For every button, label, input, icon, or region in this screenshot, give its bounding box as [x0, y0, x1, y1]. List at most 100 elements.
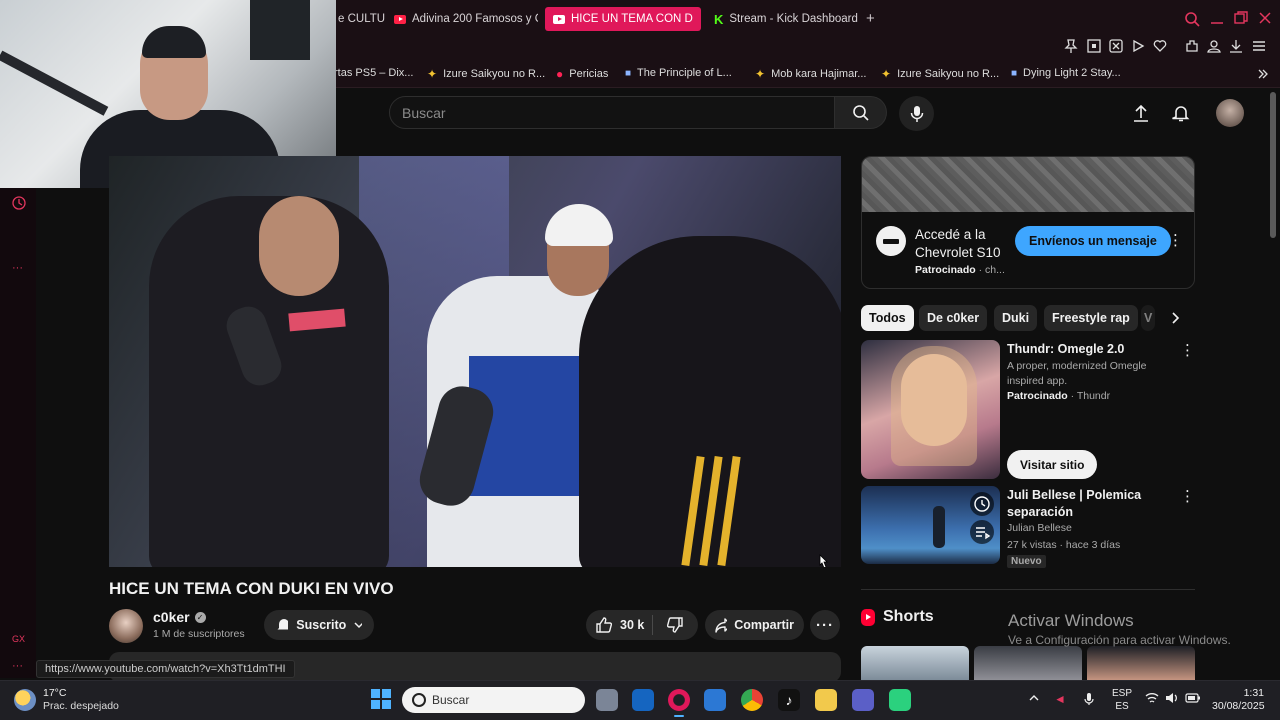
chip-duki[interactable]: Duki — [994, 305, 1038, 331]
weather-icon[interactable] — [14, 689, 36, 711]
sidebar-settings-icon[interactable]: ··· — [12, 660, 23, 672]
gaming-app-icon[interactable] — [889, 689, 911, 711]
restore-icon[interactable] — [1234, 11, 1248, 25]
subscribed-button[interactable]: Suscrito — [264, 610, 374, 640]
history-icon[interactable] — [12, 196, 26, 210]
rec-sponsor: Patrocinado · Thundr — [1007, 389, 1110, 404]
download-icon[interactable] — [1229, 39, 1243, 53]
search-tabs-icon[interactable] — [1184, 11, 1200, 27]
menu-icon[interactable] — [1252, 39, 1266, 53]
voice-search-button[interactable] — [899, 96, 934, 131]
short-thumbnail[interactable] — [974, 646, 1082, 680]
volume-icon[interactable] — [1165, 692, 1179, 704]
chrome-icon[interactable] — [741, 689, 763, 711]
search-button[interactable] — [835, 96, 887, 129]
chevron-right-icon[interactable] — [1169, 312, 1181, 324]
sponsored-ad-card[interactable]: Accedé a la Chevrolet S10 Patrocinado · … — [861, 156, 1195, 289]
extensions-icon[interactable] — [1185, 39, 1199, 53]
add-to-queue-icon[interactable] — [970, 520, 994, 544]
search-placeholder: Buscar — [402, 104, 446, 121]
chip-de-c0ker[interactable]: De c0ker — [919, 305, 988, 331]
start-button[interactable] — [371, 689, 391, 709]
chip-todos[interactable]: Todos — [861, 305, 914, 331]
file-explorer-icon[interactable] — [815, 689, 837, 711]
bell-icon — [1172, 106, 1190, 122]
bookmark-mob-kara[interactable]: ✦ Mob kara Hajimar... — [755, 67, 866, 81]
language-indicator[interactable]: ESP ES — [1112, 687, 1132, 713]
pin-icon[interactable] — [1064, 39, 1078, 53]
rec-channel[interactable]: Julian Bellese — [1007, 521, 1072, 536]
more-actions-button[interactable]: ··· — [810, 610, 840, 640]
site-icon: ● — [556, 67, 564, 81]
heart-icon[interactable] — [1153, 39, 1167, 53]
notifications-button[interactable] — [1168, 100, 1194, 126]
account-avatar[interactable] — [1216, 99, 1244, 127]
channel-avatar[interactable] — [109, 609, 143, 643]
wifi-icon[interactable] — [1145, 692, 1159, 704]
teams-icon[interactable] — [852, 689, 874, 711]
bookmark-pericias[interactable]: ● Pericias — [556, 67, 608, 81]
bookmark-dying-light[interactable]: ■ Dying Light 2 Stay... — [1011, 67, 1121, 79]
opera-tray-icon[interactable]: ◄ — [1054, 692, 1066, 706]
tab-kick-dashboard[interactable]: K Stream - Kick Dashboard — [706, 7, 858, 31]
star-icon: ✦ — [427, 67, 438, 81]
tab-label: Adivina 200 Famosos y C — [412, 13, 538, 25]
opera-gx-icon[interactable] — [668, 689, 690, 717]
minimize-icon[interactable] — [1210, 11, 1224, 25]
page-scrollbar[interactable] — [1270, 92, 1276, 238]
taskbar-search[interactable]: Buscar — [402, 687, 585, 713]
system-clock[interactable]: 1:31 30/08/2025 — [1212, 687, 1265, 713]
microsoft-store-icon[interactable] — [704, 689, 726, 711]
profile-icon[interactable] — [1207, 39, 1221, 53]
tiktok-icon[interactable]: ♪ — [778, 689, 800, 711]
search-input[interactable]: Buscar — [389, 96, 835, 129]
new-tab-button[interactable]: + — [866, 10, 875, 27]
rec-menu-icon[interactable]: ⋮ — [1180, 343, 1195, 358]
like-button[interactable]: 30 k — [586, 617, 652, 633]
clock-date: 30/08/2025 — [1212, 700, 1265, 712]
microphone-icon — [910, 105, 923, 122]
bookmark-izure-saikyou-1[interactable]: ✦ Izure Saikyou no R... — [427, 67, 545, 81]
ad-menu-icon[interactable]: ⋮ — [1168, 233, 1183, 248]
bookmarks-overflow-icon[interactable] — [1257, 68, 1269, 80]
battery-icon[interactable] — [1185, 692, 1201, 704]
gx-logo[interactable]: GX — [12, 634, 25, 644]
share-button[interactable]: Compartir — [705, 610, 804, 640]
video-player[interactable] — [109, 156, 841, 567]
visit-site-button[interactable]: Visitar sitio — [1007, 450, 1098, 479]
adblock-icon[interactable] — [1109, 39, 1123, 53]
weather-description[interactable]: Prac. despejado — [43, 700, 119, 712]
outlook-icon[interactable] — [632, 689, 654, 711]
bookmark-ofertas-ps5[interactable]: rtas PS5 – Dix... — [334, 67, 413, 79]
status-bar-url: https://www.youtube.com/watch?v=Xh3Tt1dm… — [36, 660, 295, 678]
juli-bellese-thumbnail[interactable] — [861, 486, 1000, 564]
chip-freestyle-rap[interactable]: Freestyle rap — [1044, 305, 1138, 331]
share-label: Compartir — [734, 618, 794, 632]
chip-more[interactable]: V — [1141, 305, 1155, 331]
microphone-icon[interactable] — [1083, 692, 1095, 706]
rec-title[interactable]: Thundr: Omegle 2.0 — [1007, 341, 1124, 358]
close-icon[interactable] — [1258, 11, 1272, 25]
tab-hice-un-tema[interactable]: HICE UN TEMA CON D — [545, 7, 701, 31]
bookmark-principle[interactable]: ■ The Principle of L... — [625, 67, 732, 79]
channel-name-link[interactable]: c0ker ✓ — [153, 609, 206, 625]
ad-cta-button[interactable]: Envíenos un mensaje — [1015, 226, 1171, 256]
play-icon[interactable] — [1131, 39, 1145, 53]
watch-later-icon[interactable] — [970, 492, 994, 516]
bookmark-izure-saikyou-2[interactable]: ✦ Izure Saikyou no R... — [881, 67, 999, 81]
tab-adivina-famosos[interactable]: Adivina 200 Famosos y C — [386, 7, 538, 31]
rec-title[interactable]: Juli Bellese | Polemica separación — [1007, 487, 1157, 521]
upload-button[interactable] — [1128, 100, 1154, 126]
dislike-button[interactable] — [653, 617, 697, 633]
weather-temperature[interactable]: 17°C — [43, 687, 66, 699]
more-options-icon[interactable]: ··· — [12, 262, 23, 274]
task-view-icon[interactable] — [596, 689, 618, 711]
chevron-up-icon[interactable] — [1028, 692, 1040, 704]
short-thumbnail[interactable] — [1087, 646, 1195, 680]
rec-views: 27 k vistas · hace 3 días — [1007, 539, 1121, 551]
snapshot-icon[interactable] — [1087, 39, 1101, 53]
short-thumbnail[interactable] — [861, 646, 969, 680]
rec-menu-icon[interactable]: ⋮ — [1180, 489, 1195, 504]
thundr-ad-thumbnail[interactable] — [861, 340, 1000, 479]
tab-cultura[interactable]: e CULTU — [330, 7, 386, 31]
